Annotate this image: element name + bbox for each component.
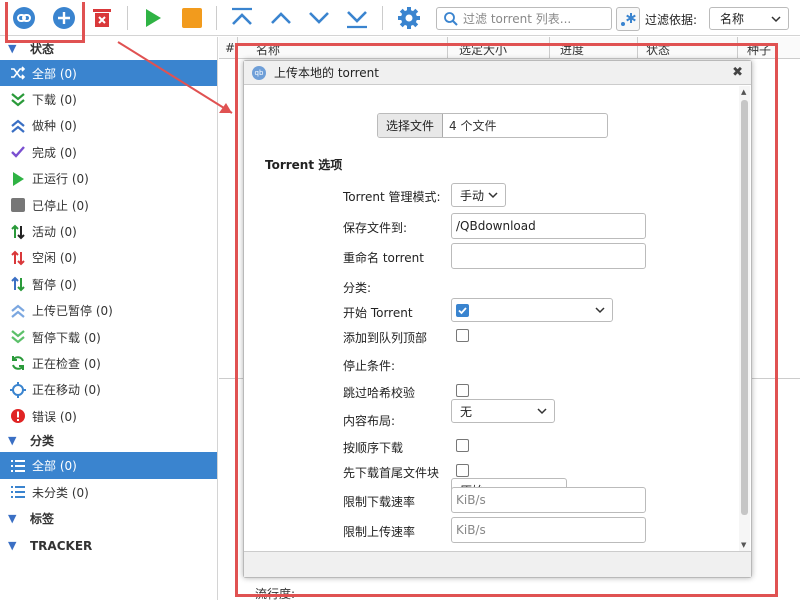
sidebar-item-downloading[interactable]: 下载 (0)	[0, 86, 217, 112]
filter-by-select[interactable]: 名称	[709, 7, 789, 30]
delete-icon	[93, 9, 111, 27]
chevron-down-icon	[771, 16, 781, 23]
delete-button[interactable]	[89, 5, 115, 31]
error-icon	[10, 408, 26, 424]
chevron-down-icon: ▼	[8, 539, 17, 553]
sidebar-item-upload-paused[interactable]: 上传已暂停 (0)	[0, 298, 217, 324]
paused-arrows-icon	[10, 276, 26, 292]
filter-by-label: 过滤依据:	[645, 13, 698, 27]
chevron-top-icon	[232, 7, 252, 25]
sidebar-category-uncategorized[interactable]: 未分类 (0)	[0, 479, 217, 505]
shuffle-icon	[10, 65, 26, 81]
search-icon	[444, 11, 458, 26]
sidebar-item-label: 暂停下载 (0)	[32, 330, 101, 345]
sidebar-item-seeding[interactable]: 做种 (0)	[0, 113, 217, 139]
sidebar-item-label: 全部 (0)	[32, 459, 77, 474]
sidebar-item-label: 错误 (0)	[32, 409, 77, 424]
sidebar-item-paused[interactable]: 暂停 (0)	[0, 271, 217, 297]
chevron-bottom-icon	[347, 11, 367, 29]
check-icon	[10, 144, 26, 160]
gear-icon	[398, 7, 420, 29]
double-chevron-up-icon	[10, 118, 26, 134]
move-down-button[interactable]	[306, 5, 332, 31]
search-box[interactable]	[436, 7, 612, 30]
sidebar-item-label: 已停止 (0)	[32, 198, 89, 213]
sidebar-item-active[interactable]: 活动 (0)	[0, 218, 217, 244]
double-chevron-down-icon	[10, 92, 26, 108]
chevron-up-icon	[271, 12, 291, 24]
sidebar-item-label: 上传已暂停 (0)	[32, 304, 113, 319]
sidebar-item-label: 下载 (0)	[32, 93, 77, 108]
column-header[interactable]: #	[225, 41, 235, 55]
start-button[interactable]	[140, 5, 166, 31]
tags-header[interactable]: ▼ 标签	[0, 507, 217, 530]
stop-icon	[10, 197, 26, 213]
sidebar: ▼ 状态 全部 (0) 下载 (0) 做种 (0) 完成 (0) 正运行 (0) …	[0, 37, 218, 600]
chevron-down-icon: ▼	[8, 42, 17, 55]
sidebar-item-running[interactable]: 正运行 (0)	[0, 166, 217, 192]
sidebar-item-label: 做种 (0)	[32, 119, 77, 134]
sidebar-item-label: 完成 (0)	[32, 145, 77, 160]
category-header[interactable]: ▼ 分类	[0, 429, 217, 452]
sidebar-item-download-paused[interactable]: 暂停下载 (0)	[0, 324, 217, 350]
sidebar-item-all[interactable]: 全部 (0)	[0, 60, 217, 87]
regex-toggle-button[interactable]	[616, 7, 640, 31]
refresh-icon	[10, 355, 26, 371]
play-icon	[146, 9, 161, 27]
toolbar: 过滤依据: 名称	[0, 0, 800, 36]
sidebar-item-checking[interactable]: 正在检查 (0)	[0, 350, 217, 376]
download-paused-icon	[10, 329, 26, 345]
search-input[interactable]	[463, 11, 603, 26]
settings-button[interactable]	[396, 5, 422, 31]
sidebar-item-label: 正在移动 (0)	[32, 383, 101, 398]
sidebar-item-label: 活动 (0)	[32, 225, 77, 240]
sidebar-item-label: 空闲 (0)	[32, 251, 77, 266]
chevron-down-icon: ▼	[8, 434, 17, 448]
annotation-highlight-dialog	[235, 43, 778, 597]
idle-arrows-icon	[10, 250, 26, 266]
sidebar-item-label: 暂停 (0)	[32, 277, 77, 292]
sidebar-item-label: 正运行 (0)	[32, 172, 89, 187]
regex-icon	[621, 13, 636, 26]
sidebar-item-completed[interactable]: 完成 (0)	[0, 139, 217, 165]
list-icon	[10, 484, 26, 500]
sidebar-item-stopped[interactable]: 已停止 (0)	[0, 192, 217, 218]
upload-paused-icon	[10, 303, 26, 319]
chevron-down-icon: ▼	[8, 512, 17, 526]
move-bottom-button[interactable]	[344, 5, 370, 31]
active-arrows-icon	[10, 224, 26, 240]
tracker-header[interactable]: ▼ TRACKER	[0, 534, 217, 557]
move-up-button[interactable]	[268, 5, 294, 31]
sidebar-item-label: 正在检查 (0)	[32, 356, 101, 371]
sidebar-item-idle[interactable]: 空闲 (0)	[0, 245, 217, 271]
filter-by-value: 名称	[720, 12, 745, 26]
move-icon	[10, 381, 26, 398]
annotation-highlight-toolbar	[5, 2, 85, 43]
sidebar-item-label: 未分类 (0)	[32, 485, 89, 500]
sidebar-item-error[interactable]: 错误 (0)	[0, 403, 217, 429]
stop-button[interactable]	[179, 5, 205, 31]
sidebar-item-moving[interactable]: 正在移动 (0)	[0, 377, 217, 403]
stop-icon	[182, 8, 202, 28]
sidebar-category-all[interactable]: 全部 (0)	[0, 452, 217, 479]
list-icon	[10, 458, 26, 474]
play-icon	[10, 171, 26, 187]
chevron-down-icon	[309, 12, 329, 24]
move-top-button[interactable]	[229, 5, 255, 31]
sidebar-item-label: 全部 (0)	[32, 66, 77, 81]
